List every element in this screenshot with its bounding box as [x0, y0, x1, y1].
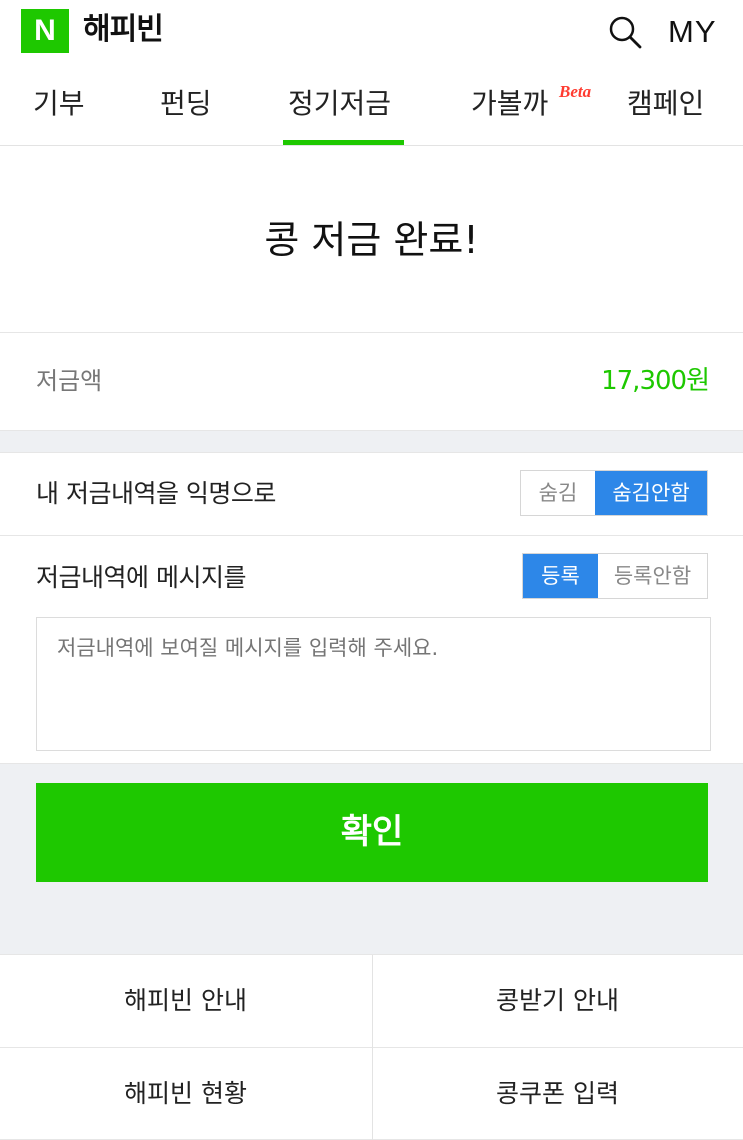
footer-vertical-divider [372, 955, 373, 1140]
anonymous-toggle: 숨김 숨김안함 [520, 470, 708, 516]
amount-value: 17,300원 [601, 366, 710, 396]
message-label: 저금내역에 메시지를 [36, 563, 246, 592]
footer-link-happybean-guide[interactable]: 해피빈 안내 [0, 955, 371, 1047]
search-button[interactable] [605, 12, 645, 52]
tab-donation[interactable]: 기부 [33, 84, 85, 124]
tab-regular-savings[interactable]: 정기저금 [288, 84, 391, 124]
footer-link-happybean-status[interactable]: 해피빈 현황 [0, 1048, 371, 1140]
divider [0, 332, 743, 333]
no-register-option[interactable]: 등록안함 [598, 554, 707, 598]
amount-label: 저금액 [36, 367, 103, 395]
divider [0, 535, 743, 536]
hide-option[interactable]: 숨김 [521, 471, 595, 515]
completion-title: 콩 저금 완료! [264, 218, 479, 262]
app-header: N 해피빈 MY [0, 0, 743, 64]
divider [0, 452, 743, 453]
tab-campaign[interactable]: 캠페인 [627, 84, 704, 124]
anonymous-label: 내 저금내역을 익명으로 [36, 479, 276, 508]
register-option[interactable]: 등록 [523, 554, 598, 598]
footer-link-bean-coupon[interactable]: 콩쿠폰 입력 [372, 1048, 743, 1140]
naver-logo[interactable]: N [21, 9, 69, 53]
section-gap [0, 431, 743, 452]
tab-gabolkka[interactable]: 가볼까 [471, 84, 548, 124]
service-title[interactable]: 해피빈 [83, 8, 164, 52]
beta-badge: Beta [559, 82, 592, 101]
message-toggle: 등록 등록안함 [522, 553, 708, 599]
active-tab-indicator [283, 140, 404, 145]
message-input[interactable] [36, 617, 711, 751]
search-icon [609, 16, 642, 49]
tab-funding[interactable]: 펀딩 [160, 84, 212, 124]
my-button[interactable]: MY [668, 10, 717, 54]
footer-link-bean-guide[interactable]: 콩받기 안내 [372, 955, 743, 1047]
main-tabs: 기부 펀딩 정기저금 가볼까 캠페인 [0, 64, 743, 146]
confirm-button[interactable]: 확인 [36, 783, 708, 882]
show-option[interactable]: 숨김안함 [595, 471, 707, 515]
